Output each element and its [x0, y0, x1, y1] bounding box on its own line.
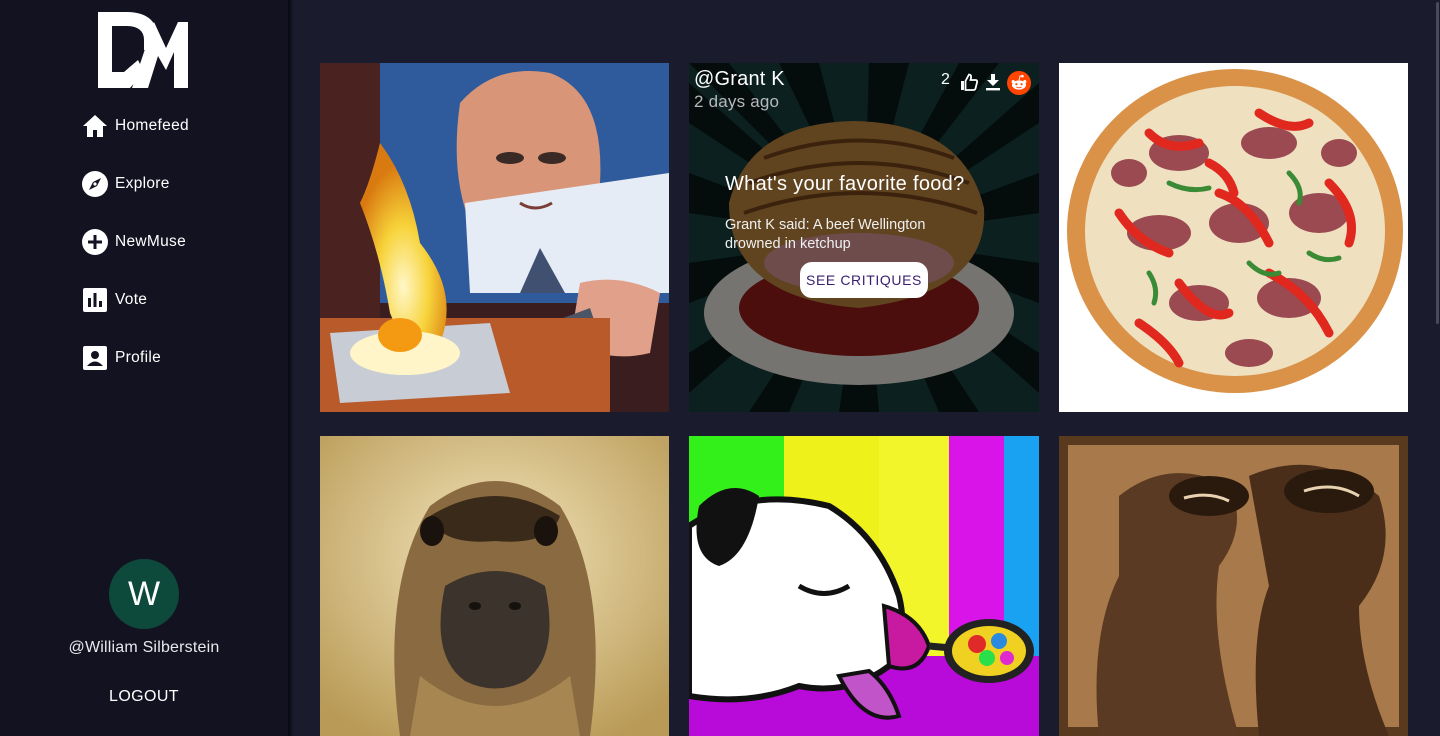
see-critiques-button[interactable]: SEE CRITIQUES: [800, 262, 928, 298]
post-card-egg[interactable]: [320, 63, 669, 412]
sidebar: Homefeed Explore NewMuse Vote Profile W …: [0, 0, 288, 736]
sidebar-item-label: NewMuse: [115, 233, 187, 250]
post-image: [689, 436, 1039, 736]
compass-icon: [81, 170, 109, 198]
sidebar-item-label: Explore: [115, 175, 170, 192]
sidebar-item-newmuse[interactable]: NewMuse: [81, 228, 189, 256]
sidebar-item-label: Homefeed: [115, 117, 189, 134]
add-circle-icon: [81, 228, 109, 256]
home-icon: [81, 112, 109, 140]
sidebar-item-label: Profile: [115, 349, 162, 366]
post-time: 2 days ago: [694, 92, 780, 111]
logout-button[interactable]: LOGOUT: [0, 688, 288, 706]
post-image: [1059, 63, 1408, 412]
post-image: [320, 63, 669, 412]
sidebar-nav: Homefeed Explore NewMuse Vote Profile: [81, 112, 189, 402]
bar-chart-icon: [81, 286, 109, 314]
sidebar-item-homefeed[interactable]: Homefeed: [81, 112, 189, 140]
post-card-sepia-dogs[interactable]: [1059, 436, 1408, 736]
sidebar-item-vote[interactable]: Vote: [81, 286, 189, 314]
avatar[interactable]: W: [109, 559, 179, 629]
username: @William Silberstein: [68, 639, 220, 656]
post-prompt: What's your favorite food?: [725, 173, 965, 195]
reddit-icon[interactable]: [1007, 71, 1031, 95]
post-card-wellington[interactable]: @Grant K 2 days ago 2 What's your favori…: [689, 63, 1039, 412]
post-image: [320, 436, 669, 736]
post-card-popart-dog[interactable]: [689, 436, 1039, 736]
post-card-pizza[interactable]: [1059, 63, 1408, 412]
thumbs-up-icon[interactable]: [960, 73, 978, 91]
post-image: [1059, 436, 1408, 736]
post-critique: Grant K said: A beef Wellington drowned …: [725, 217, 926, 252]
download-icon[interactable]: [985, 73, 1001, 91]
scrollbar-thumb[interactable]: [1436, 2, 1439, 324]
avatar-initial: W: [127, 574, 161, 613]
post-card-duckling[interactable]: [320, 436, 669, 736]
sidebar-item-profile[interactable]: Profile: [81, 344, 189, 372]
profile-card-icon: [81, 344, 109, 372]
like-count: 2: [941, 71, 950, 88]
post-author[interactable]: @Grant K: [694, 68, 785, 91]
sidebar-item-explore[interactable]: Explore: [81, 170, 189, 198]
page-scrollbar[interactable]: [1435, 0, 1440, 736]
logo-icon[interactable]: [96, 10, 190, 90]
sidebar-item-label: Vote: [115, 291, 148, 308]
sidebar-shadow: [288, 0, 294, 736]
